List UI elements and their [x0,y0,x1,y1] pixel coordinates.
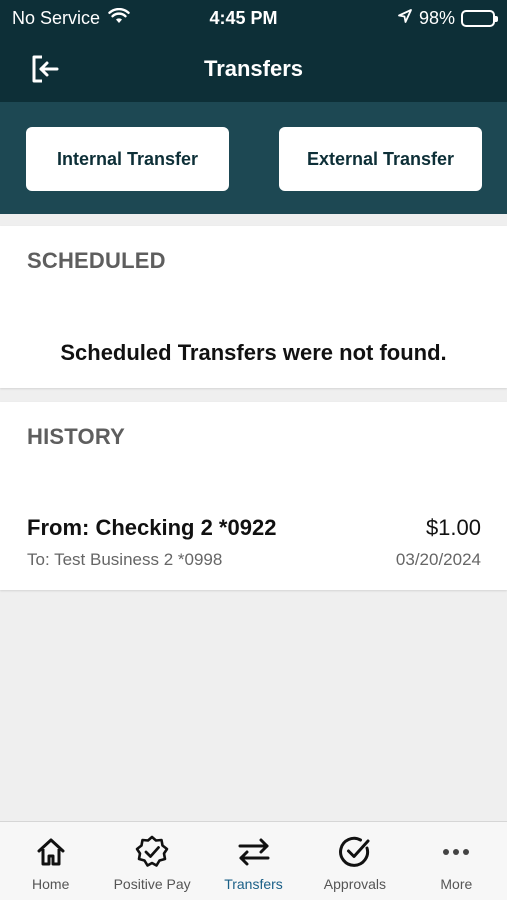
status-time: 4:45 PM [209,7,278,28]
status-left: No Service [12,7,192,29]
page-title: Transfers [203,56,304,81]
location-arrow-icon [397,8,413,29]
logout-button[interactable] [28,52,62,86]
scheduled-section: SCHEDULED Scheduled Transfers were not f… [0,226,507,388]
tab-transfers[interactable]: Transfers [203,822,304,900]
badge-check-icon [134,834,170,870]
history-section: HISTORY From: Checking 2 *0922 $1.00 To:… [0,402,507,590]
transfer-arrows-icon [236,834,272,870]
tab-transfers-label: Transfers [224,876,283,892]
battery-percent: 98% [418,7,455,28]
status-right: 98% [315,7,498,29]
history-to: To: Test Business 2 *0998 [27,550,223,569]
history-amount: $1.00 [425,515,481,540]
scheduled-title: SCHEDULED [27,248,166,273]
history-item[interactable]: From: Checking 2 *0922 $1.00 To: Test Bu… [0,512,507,578]
transfers-screen: No Service 4:45 PM 98% Transfers Interna… [0,0,507,900]
carrier-label: No Service [12,7,101,28]
history-from: From: Checking 2 *0922 [27,515,277,540]
tab-more-label: More [440,876,473,892]
more-dots-icon [438,834,474,870]
tab-positive-pay[interactable]: Positive Pay [101,822,202,900]
status-bar: No Service 4:45 PM 98% [0,0,507,36]
home-icon [33,834,69,870]
app-header: Transfers [0,36,507,102]
external-transfer-button[interactable]: External Transfer [279,127,482,191]
transfer-actions: Internal Transfer External Transfer [0,102,507,214]
history-title: HISTORY [27,424,125,449]
tab-home[interactable]: Home [0,822,101,900]
tab-bar: Home Positive Pay Transfers Approvals Mo… [0,821,507,900]
logout-icon [32,55,59,83]
tab-approvals-label: Approvals [323,876,387,892]
check-circle-icon [337,834,373,870]
internal-transfer-button[interactable]: Internal Transfer [26,127,229,191]
wifi-icon [108,7,130,29]
tab-approvals[interactable]: Approvals [304,822,405,900]
history-date: 03/20/2024 [395,550,481,569]
tab-more[interactable]: More [406,822,507,900]
scheduled-empty-message: Scheduled Transfers were not found. [60,340,447,365]
tab-home-label: Home [32,876,70,892]
battery-icon [461,9,498,27]
tab-positive-pay-label: Positive Pay [113,876,191,892]
